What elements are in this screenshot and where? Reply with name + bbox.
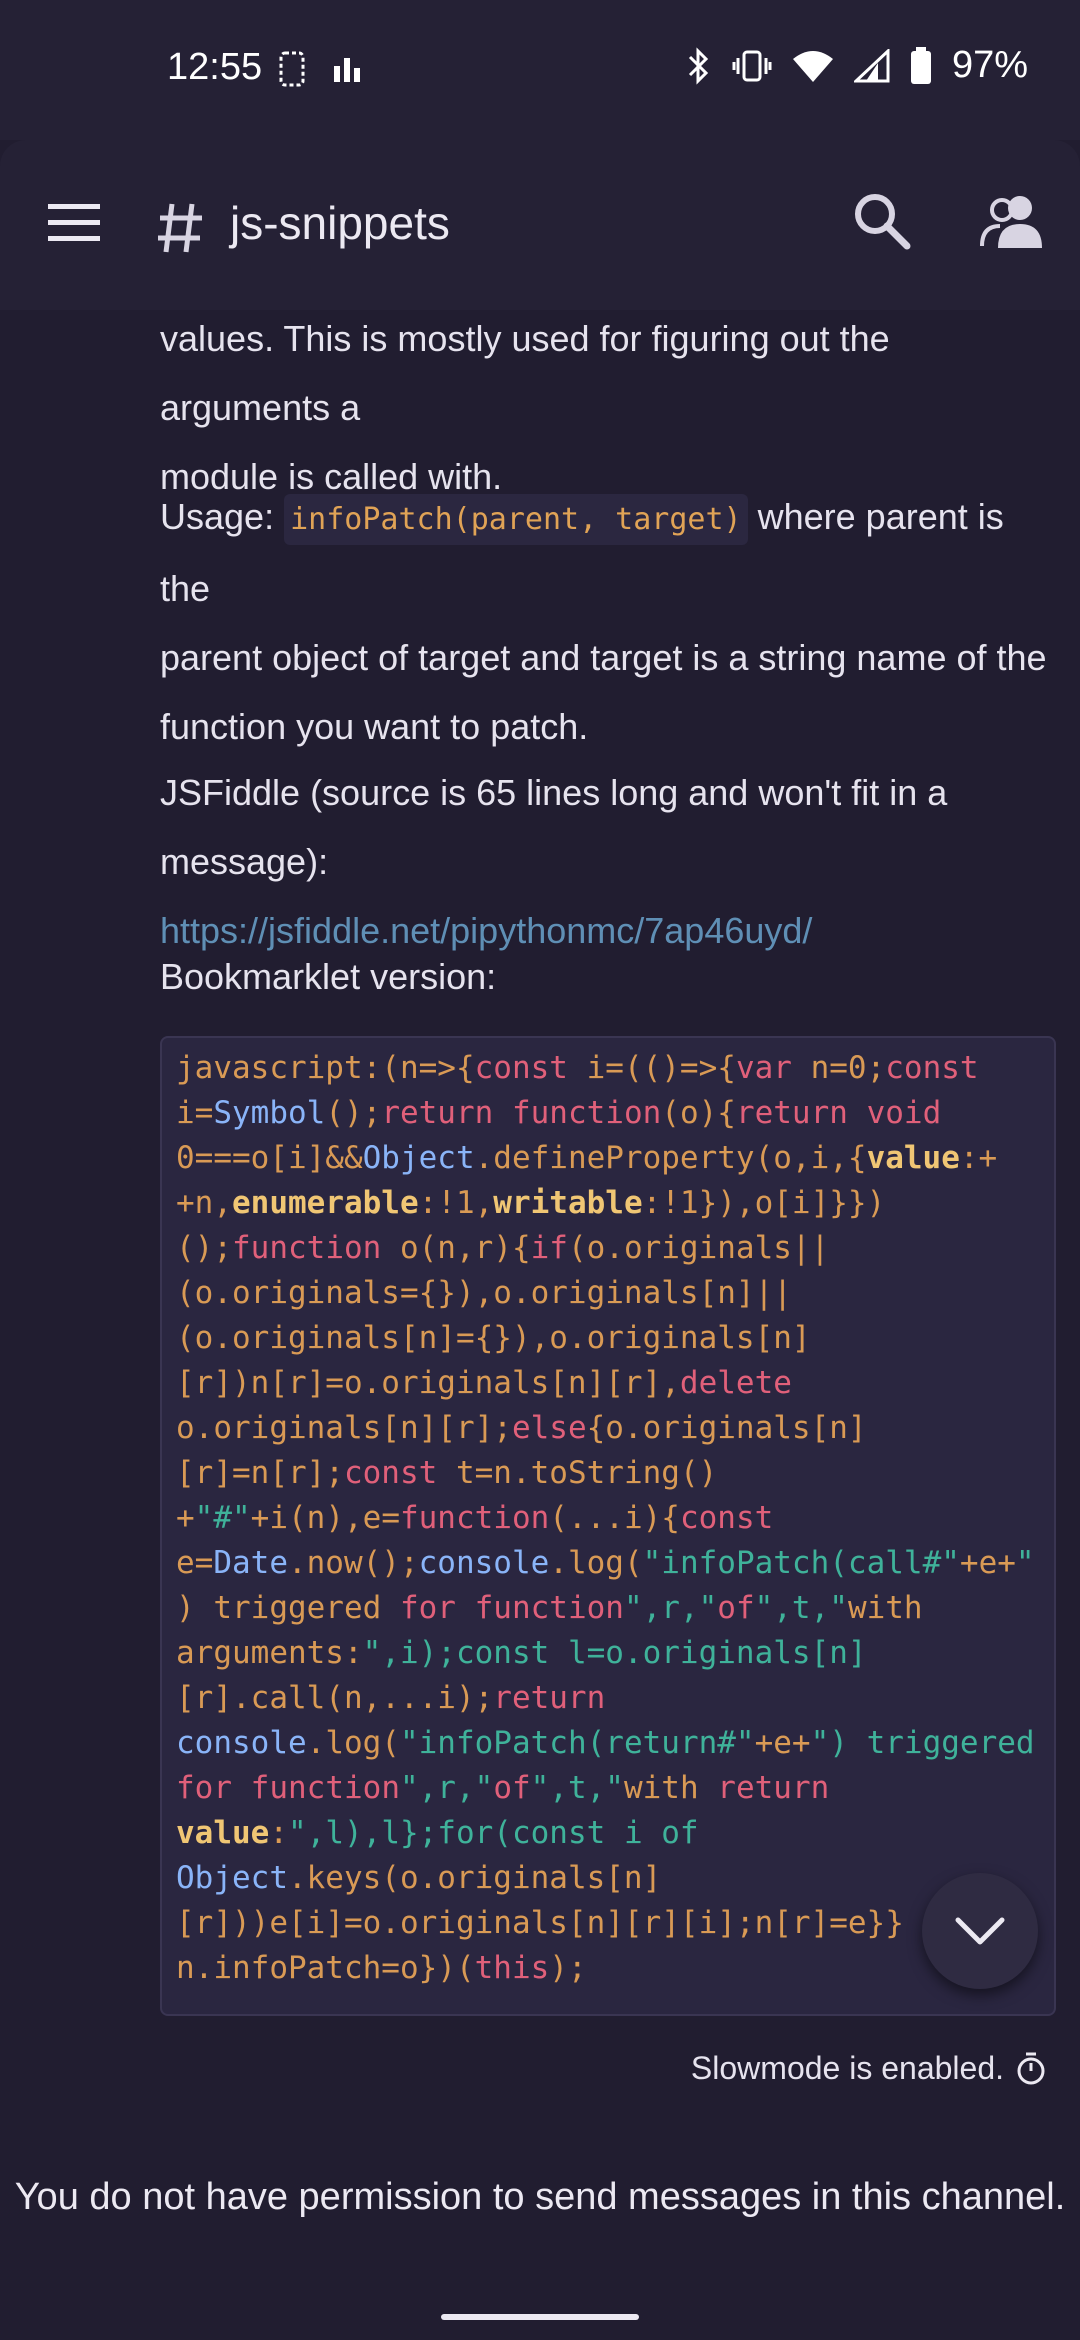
- wifi-icon: [792, 50, 833, 82]
- hash-icon: [158, 203, 202, 253]
- chevron-down-icon: [955, 1917, 1005, 1945]
- code-line: [r])n[r]=o.originals[n][r],delete: [176, 1365, 792, 1401]
- status-bar: 12:55 97%: [0, 0, 1080, 140]
- code-line: [r]=n[r];const t=n.toString(): [176, 1455, 718, 1491]
- message-line: values. This is mostly used for figuring…: [160, 318, 890, 428]
- code-line: for function",r,"of",t,"with return: [176, 1770, 830, 1806]
- battery-icon: [910, 46, 931, 84]
- battery-percentage: 97%: [951, 44, 1028, 86]
- usage-prefix: Usage:: [160, 496, 285, 537]
- status-right-icons: 97%: [684, 44, 1028, 87]
- code-line: [r].call(n,...i);return: [176, 1680, 606, 1716]
- code-line: i=Symbol();return function(o){return voi…: [176, 1095, 942, 1131]
- message-line: JSFiddle (source is 65 lines long and wo…: [160, 772, 948, 882]
- home-indicator[interactable]: [441, 2314, 639, 2320]
- code-line: +n,enumerable:!1,writable:!1}),o[i]}}): [176, 1185, 886, 1221]
- inline-code: infoPatch(parent, target): [284, 494, 748, 545]
- code-line: n.infoPatch=o})(this);: [176, 1950, 587, 1986]
- code-line: console.log("infoPatch(return#"+e+") tri…: [176, 1725, 1035, 1761]
- members-icon[interactable]: [980, 192, 1046, 250]
- status-time: 12:55: [167, 46, 263, 88]
- vibrate-icon: [732, 50, 772, 81]
- message-line: function you want to patch.: [160, 706, 589, 747]
- message-content: values. This is mostly used for figuring…: [0, 310, 1080, 2050]
- code-line: e=Date.now();console.log("infoPatch(call…: [176, 1545, 1035, 1581]
- code-line: 0===o[i]&&Object.defineProperty(o,i,{val…: [176, 1140, 998, 1176]
- code-block[interactable]: javascript:(n=>{const i=(()=>{var n=0;co…: [160, 1036, 1056, 2016]
- code-line: value:",l),l};for(const i of: [176, 1815, 699, 1851]
- bookmarklet-label: Bookmarklet version:: [160, 956, 497, 997]
- no-permission-notice: You do not have permission to send messa…: [14, 2176, 1066, 2218]
- channel-title: js-snippets: [230, 197, 450, 249]
- code-line: ) triggered for function",r,"of",t,"with: [176, 1590, 923, 1626]
- status-left-icons: [278, 50, 362, 88]
- message-paragraph-usage: Usage: infoPatch(parent, target) where p…: [160, 482, 1050, 761]
- code-line: (o.originals[n]={}),o.originals[n]: [176, 1320, 811, 1356]
- message-paragraph-jsfiddle: JSFiddle (source is 65 lines long and wo…: [160, 758, 1050, 965]
- code-line: [r]))e[i]=o.originals[n][r][i];n[r]=e}}: [176, 1905, 904, 1941]
- bluetooth-icon: [688, 46, 709, 85]
- code-text: javascript:(n=>{const i=(()=>{var n=0;co…: [176, 1046, 1046, 1991]
- signal-bars-icon: [334, 58, 360, 82]
- code-line: Object.keys(o.originals[n]: [176, 1860, 662, 1896]
- usage-line: Usage: infoPatch(parent, target) where p…: [160, 482, 1050, 623]
- slowmode-indicator: Slowmode is enabled.: [691, 2050, 1046, 2087]
- slowmode-text: Slowmode is enabled.: [690, 2050, 1004, 2086]
- timer-icon: [1017, 2052, 1045, 2084]
- code-line: (o.originals={}),o.originals[n]||: [176, 1275, 792, 1311]
- code-line: +"#"+i(n),e=function(...i){const: [176, 1500, 774, 1536]
- cell-signal-icon: [853, 48, 890, 82]
- code-line: o.originals[n][r];else{o.originals[n]: [176, 1410, 867, 1446]
- message-line: parent object of target and target is a …: [160, 637, 1047, 678]
- menu-icon[interactable]: [48, 200, 104, 246]
- screen-record-icon: [279, 51, 305, 87]
- scroll-to-bottom-button[interactable]: [922, 1873, 1038, 1989]
- code-line: javascript:(n=>{const i=(()=>{var n=0;co…: [176, 1050, 979, 1086]
- message-paragraph-1: values. This is mostly used for figuring…: [160, 310, 1050, 511]
- code-line: arguments:",i);const l=o.originals[n]: [176, 1635, 867, 1671]
- code-line: ();function o(n,r){if(o.originals||: [176, 1230, 830, 1266]
- search-icon[interactable]: [853, 192, 911, 250]
- channel-header: js-snippets: [0, 140, 1080, 310]
